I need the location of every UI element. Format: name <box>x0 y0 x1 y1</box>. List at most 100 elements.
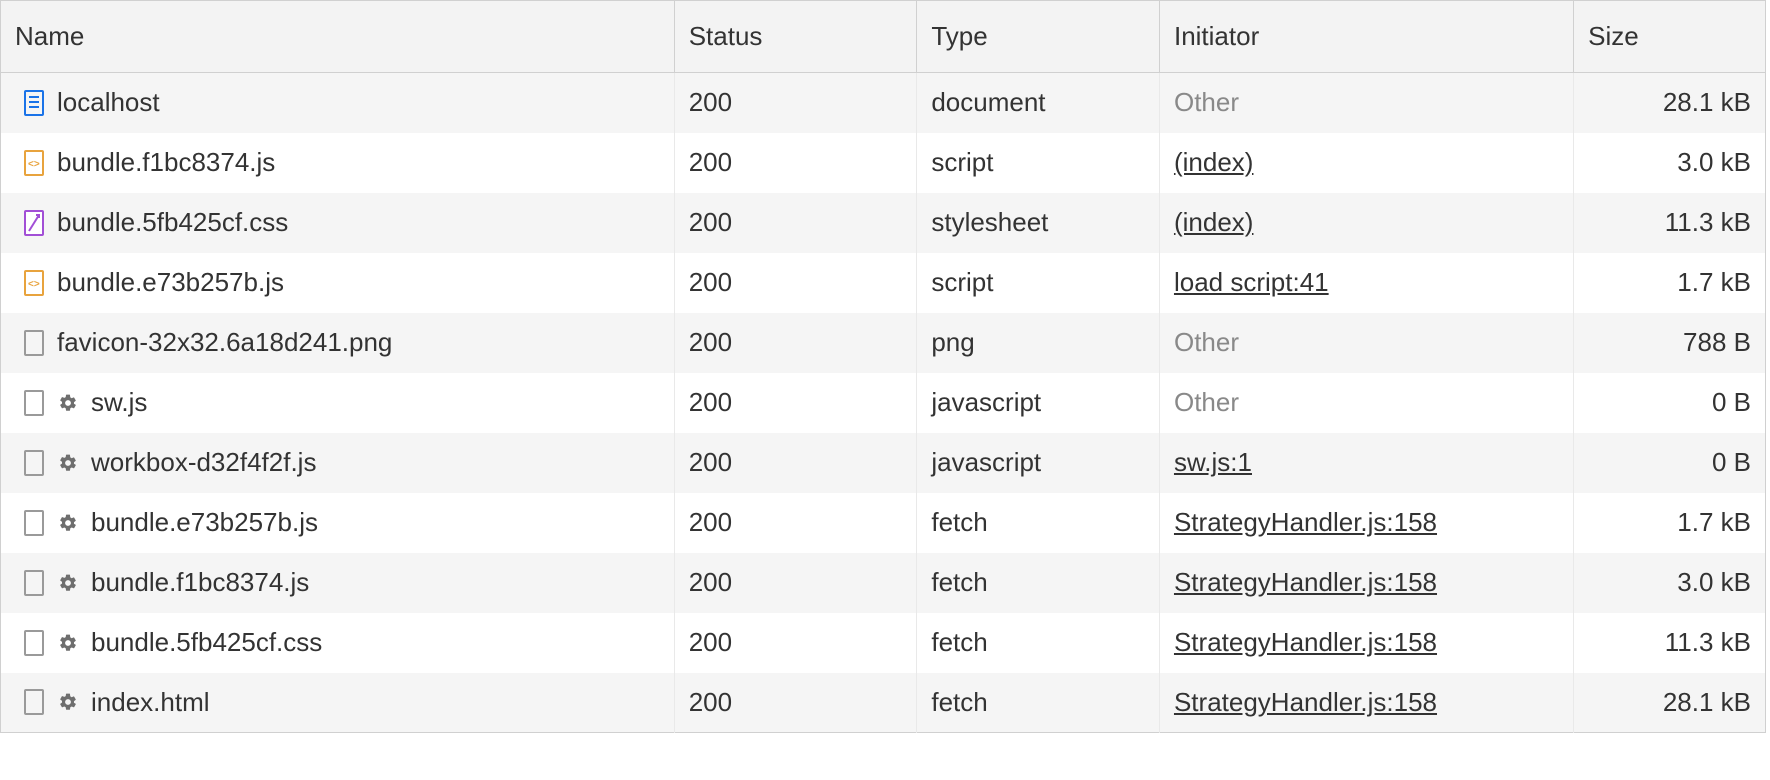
table-row[interactable]: sw.js200javascriptOther0 B <box>1 373 1766 433</box>
cell-name[interactable]: <> bundle.e73b257b.js <box>1 253 675 313</box>
initiator-text: Other <box>1174 87 1239 117</box>
cell-initiator[interactable]: load script:41 <box>1159 253 1573 313</box>
cell-status: 200 <box>674 73 917 133</box>
cell-type: document <box>917 73 1160 133</box>
generic-file-icon <box>23 569 45 597</box>
request-name: bundle.5fb425cf.css <box>57 207 288 238</box>
network-requests-table: Name Status Type Initiator Size localhos… <box>0 0 1766 733</box>
cell-name[interactable]: localhost <box>1 73 675 133</box>
cell-type: fetch <box>917 553 1160 613</box>
script-file-icon: <> <box>23 149 45 177</box>
table-row[interactable]: bundle.5fb425cf.css 200stylesheet (index) 1… <box>1 193 1766 253</box>
cell-name[interactable]: favicon-32x32.6a18d241.png <box>1 313 675 373</box>
cell-status: 200 <box>674 133 917 193</box>
request-name: workbox-d32f4f2f.js <box>91 447 316 478</box>
cell-type: fetch <box>917 613 1160 673</box>
cell-status: 200 <box>674 193 917 253</box>
cell-size: 3.0 kB <box>1574 553 1766 613</box>
cell-size: 28.1 kB <box>1574 73 1766 133</box>
generic-file-icon <box>23 629 45 657</box>
cell-name[interactable]: workbox-d32f4f2f.js <box>1 433 675 493</box>
request-name: bundle.f1bc8374.js <box>57 147 275 178</box>
cell-size: 3.0 kB <box>1574 133 1766 193</box>
initiator-link[interactable]: StrategyHandler.js:158 <box>1174 687 1437 717</box>
script-file-icon: <> <box>23 269 45 297</box>
initiator-link[interactable]: (index) <box>1174 207 1253 237</box>
service-worker-gear-icon <box>57 691 79 713</box>
table-row[interactable]: bundle.e73b257b.js200fetchStrategyHandle… <box>1 493 1766 553</box>
stylesheet-file-icon <box>23 209 45 237</box>
initiator-link[interactable]: (index) <box>1174 147 1253 177</box>
cell-initiator: Other <box>1159 313 1573 373</box>
column-header-name[interactable]: Name <box>1 1 675 73</box>
column-header-status[interactable]: Status <box>674 1 917 73</box>
request-name: index.html <box>91 687 210 718</box>
cell-size: 1.7 kB <box>1574 253 1766 313</box>
cell-initiator[interactable]: sw.js:1 <box>1159 433 1573 493</box>
table-row[interactable]: bundle.f1bc8374.js200fetchStrategyHandle… <box>1 553 1766 613</box>
cell-status: 200 <box>674 433 917 493</box>
column-header-size[interactable]: Size <box>1574 1 1766 73</box>
initiator-link[interactable]: load script:41 <box>1174 267 1329 297</box>
cell-initiator[interactable]: StrategyHandler.js:158 <box>1159 553 1573 613</box>
column-header-type[interactable]: Type <box>917 1 1160 73</box>
cell-name[interactable]: bundle.e73b257b.js <box>1 493 675 553</box>
cell-status: 200 <box>674 613 917 673</box>
cell-initiator[interactable]: StrategyHandler.js:158 <box>1159 613 1573 673</box>
initiator-link[interactable]: StrategyHandler.js:158 <box>1174 627 1437 657</box>
service-worker-gear-icon <box>57 572 79 594</box>
document-file-icon <box>23 89 45 117</box>
cell-name[interactable]: <> bundle.f1bc8374.js <box>1 133 675 193</box>
svg-text:<>: <> <box>28 159 40 170</box>
generic-file-icon <box>23 509 45 537</box>
cell-initiator[interactable]: (index) <box>1159 193 1573 253</box>
cell-name[interactable]: bundle.f1bc8374.js <box>1 553 675 613</box>
cell-size: 788 B <box>1574 313 1766 373</box>
table-header-row: Name Status Type Initiator Size <box>1 1 1766 73</box>
cell-type: script <box>917 133 1160 193</box>
column-header-initiator[interactable]: Initiator <box>1159 1 1573 73</box>
initiator-link[interactable]: StrategyHandler.js:158 <box>1174 567 1437 597</box>
generic-file-icon <box>23 329 45 357</box>
cell-status: 200 <box>674 673 917 733</box>
table-row[interactable]: bundle.5fb425cf.css200fetch StrategyHandl… <box>1 613 1766 673</box>
table-row[interactable]: workbox-d32f4f2f.js200javascriptsw.js:10… <box>1 433 1766 493</box>
cell-type: png <box>917 313 1160 373</box>
cell-initiator[interactable]: StrategyHandler.js:158 <box>1159 673 1573 733</box>
cell-size: 28.1 kB <box>1574 673 1766 733</box>
service-worker-gear-icon <box>57 512 79 534</box>
cell-size: 0 B <box>1574 373 1766 433</box>
cell-type: fetch <box>917 493 1160 553</box>
cell-name[interactable]: sw.js <box>1 373 675 433</box>
initiator-text: Other <box>1174 327 1239 357</box>
cell-name[interactable]: index.html <box>1 673 675 733</box>
table-row[interactable]: index.html200fetchStrategyHandler.js:158… <box>1 673 1766 733</box>
cell-name[interactable]: bundle.5fb425cf.css <box>1 613 675 673</box>
generic-file-icon <box>23 688 45 716</box>
request-name: localhost <box>57 87 160 118</box>
cell-status: 200 <box>674 313 917 373</box>
generic-file-icon <box>23 389 45 417</box>
request-name: bundle.f1bc8374.js <box>91 567 309 598</box>
table-row[interactable]: <> bundle.f1bc8374.js 200script (index) 3.0 … <box>1 133 1766 193</box>
initiator-link[interactable]: sw.js:1 <box>1174 447 1252 477</box>
cell-type: javascript <box>917 373 1160 433</box>
cell-type: javascript <box>917 433 1160 493</box>
table-row[interactable]: favicon-32x32.6a18d241.png200png Other 788… <box>1 313 1766 373</box>
table-row[interactable]: <>bundle.e73b257b.js200scriptload script… <box>1 253 1766 313</box>
initiator-link[interactable]: StrategyHandler.js:158 <box>1174 507 1437 537</box>
cell-status: 200 <box>674 253 917 313</box>
cell-type: stylesheet <box>917 193 1160 253</box>
service-worker-gear-icon <box>57 632 79 654</box>
cell-name[interactable]: bundle.5fb425cf.css <box>1 193 675 253</box>
cell-size: 11.3 kB <box>1574 193 1766 253</box>
initiator-text: Other <box>1174 387 1239 417</box>
table-row[interactable]: localhost 200document Other 28.1 kB <box>1 73 1766 133</box>
cell-initiator[interactable]: (index) <box>1159 133 1573 193</box>
request-name: bundle.e73b257b.js <box>57 267 284 298</box>
cell-initiator: Other <box>1159 373 1573 433</box>
cell-initiator[interactable]: StrategyHandler.js:158 <box>1159 493 1573 553</box>
cell-initiator: Other <box>1159 73 1573 133</box>
cell-size: 1.7 kB <box>1574 493 1766 553</box>
generic-file-icon <box>23 449 45 477</box>
